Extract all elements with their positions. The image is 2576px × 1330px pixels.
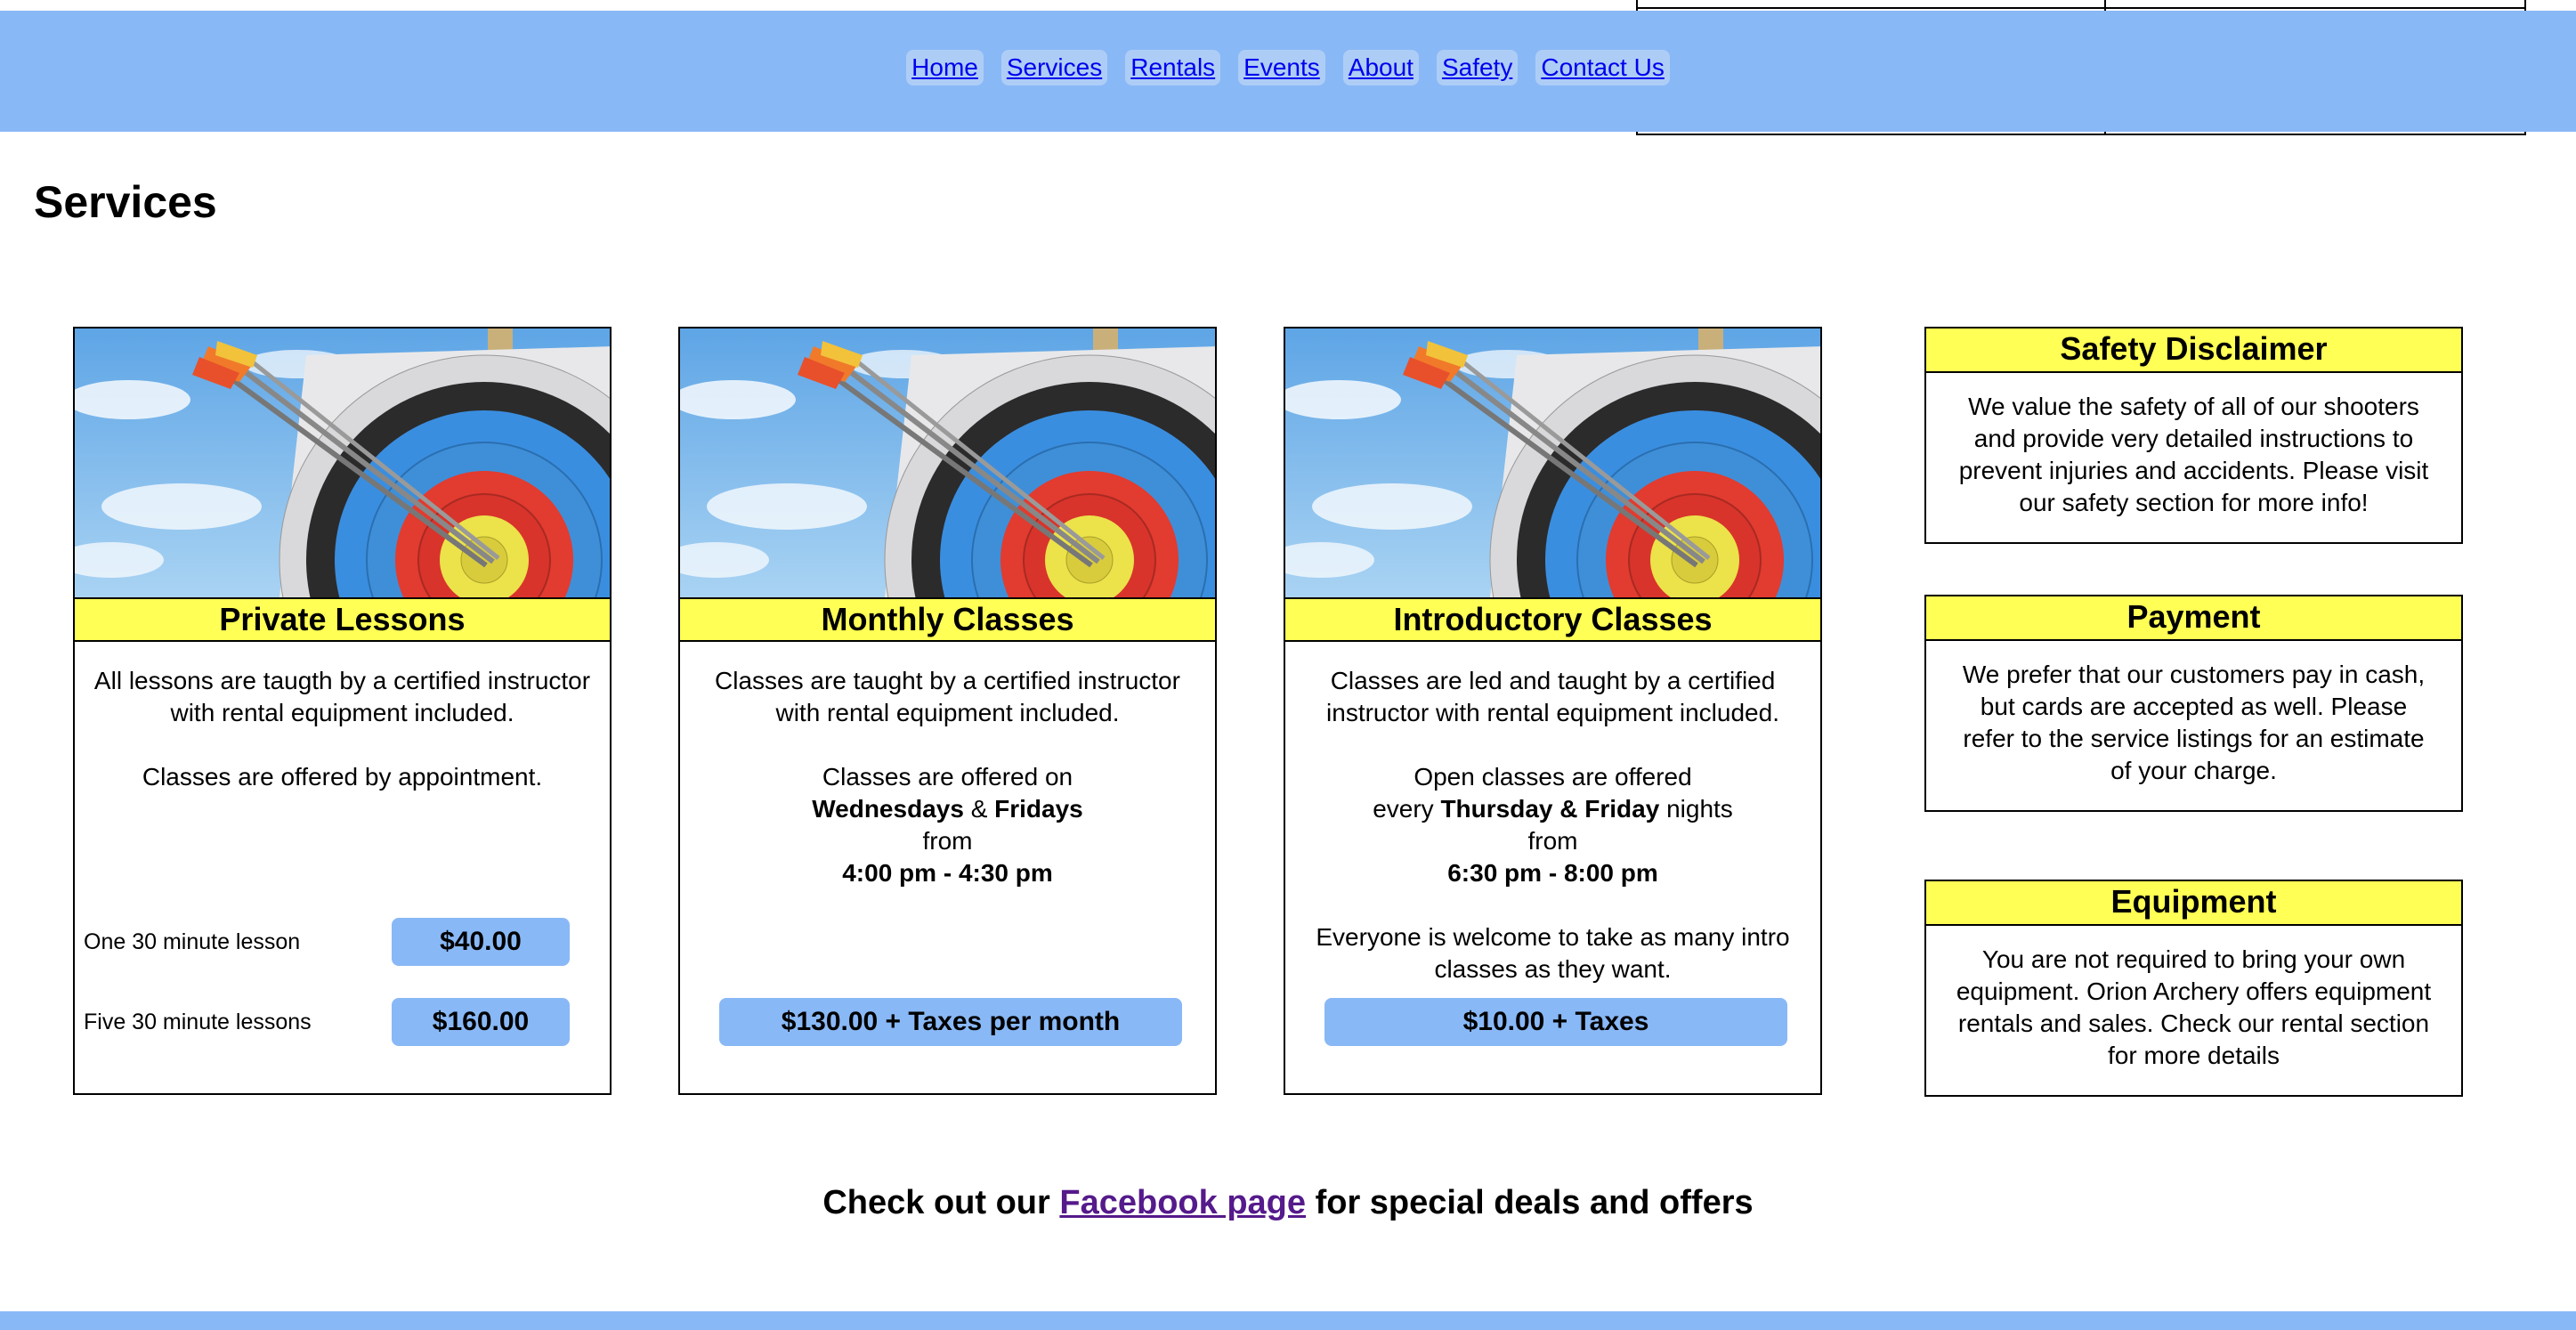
facebook-promo: Check out our Facebook page for special …	[0, 1184, 2576, 1222]
sidebar-text: We value the safety of all of our shoote…	[1958, 393, 2429, 516]
sidebar-safety-disclaimer: Safety Disclaimer We value the safety of…	[1924, 327, 2463, 544]
schedule-days: Wednesdays & Fridays	[698, 793, 1197, 825]
price-button[interactable]: $160.00	[392, 998, 570, 1046]
table-divider	[1638, 7, 2524, 9]
card-description: All lessons are taugth by a certified in…	[93, 667, 591, 726]
sidebar-title: Safety Disclaimer	[1926, 328, 2461, 373]
price-button[interactable]: $130.00 + Taxes per month	[719, 998, 1182, 1046]
sidebar-title: Payment	[1926, 596, 2461, 641]
sidebar-text: We prefer that our customers pay in cash…	[1962, 661, 2426, 784]
sidebar-payment: Payment We prefer that our customers pay…	[1924, 595, 2463, 812]
nav-events[interactable]: Events	[1238, 50, 1325, 85]
schedule-day: Wednesdays	[812, 795, 964, 823]
nav-rentals[interactable]: Rentals	[1125, 50, 1221, 85]
schedule-nights: nights	[1666, 795, 1733, 823]
site-header: Home Services Rentals Events About Safet…	[0, 11, 2576, 132]
nav-contact-us[interactable]: Contact Us	[1535, 50, 1670, 85]
price-button[interactable]: $40.00	[392, 918, 570, 966]
schedule-every: every	[1373, 795, 1434, 823]
card-title: Introductory Classes	[1285, 597, 1820, 642]
schedule-intro: Classes are offered on	[822, 763, 1073, 791]
card-title: Monthly Classes	[680, 597, 1215, 642]
promo-text: for special deals and offers	[1315, 1184, 1754, 1221]
nav-safety[interactable]: Safety	[1436, 50, 1519, 85]
schedule-intro: Open classes are offered	[1414, 763, 1692, 791]
card-monthly-classes: Monthly Classes Classes are taught by a …	[678, 327, 1217, 1095]
price-line-label: Five 30 minute lessons	[84, 1010, 312, 1034]
card-description: Classes are taught by a certified instru…	[715, 667, 1180, 726]
card-schedule: Classes are offered on Wednesdays & Frid…	[698, 761, 1197, 889]
schedule-time: 6:30 pm - 8:00 pm	[1447, 859, 1658, 887]
archery-target-image	[75, 328, 610, 597]
schedule-from: from	[922, 827, 973, 855]
schedule-amp: &	[1559, 795, 1578, 823]
nav-about[interactable]: About	[1342, 50, 1419, 85]
price-line-label: One 30 minute lesson	[84, 929, 301, 954]
schedule-days: every Thursday & Friday nights	[1303, 793, 1802, 825]
nav-home[interactable]: Home	[906, 50, 984, 85]
archery-target-image	[680, 328, 1215, 597]
schedule-day: Fridays	[994, 795, 1083, 823]
card-introductory-classes: Introductory Classes Classes are led and…	[1284, 327, 1822, 1095]
facebook-link[interactable]: Facebook page	[1059, 1184, 1306, 1221]
card-title: Private Lessons	[75, 597, 610, 642]
sidebar-equipment: Equipment You are not required to bring …	[1924, 880, 2463, 1097]
main-nav: Home Services Rentals Events About Safet…	[906, 50, 1670, 85]
nav-services[interactable]: Services	[1000, 50, 1108, 85]
schedule-time: 4:00 pm - 4:30 pm	[842, 859, 1053, 887]
archery-target-image	[1285, 328, 1820, 597]
card-private-lessons: Private Lessons All lessons are taugth b…	[73, 327, 612, 1095]
sidebar-text: You are not required to bring your own e…	[1956, 945, 2432, 1069]
card-availability: Classes are offered by appointment.	[142, 763, 543, 791]
card-note: Everyone is welcome to take as many intr…	[1316, 923, 1790, 983]
schedule-amp: &	[970, 795, 988, 823]
price-button[interactable]: $10.00 + Taxes	[1324, 998, 1787, 1046]
schedule-day: Thursday	[1440, 795, 1553, 823]
sidebar-title: Equipment	[1926, 881, 2461, 926]
promo-text: Check out our	[822, 1184, 1050, 1221]
footer-bar	[0, 1311, 2576, 1330]
schedule-day: Friday	[1584, 795, 1660, 823]
page-title: Services	[34, 177, 217, 227]
card-schedule: Open classes are offered every Thursday …	[1303, 761, 1802, 889]
card-description: Classes are led and taught by a certifie…	[1326, 667, 1779, 726]
schedule-from: from	[1527, 827, 1578, 855]
